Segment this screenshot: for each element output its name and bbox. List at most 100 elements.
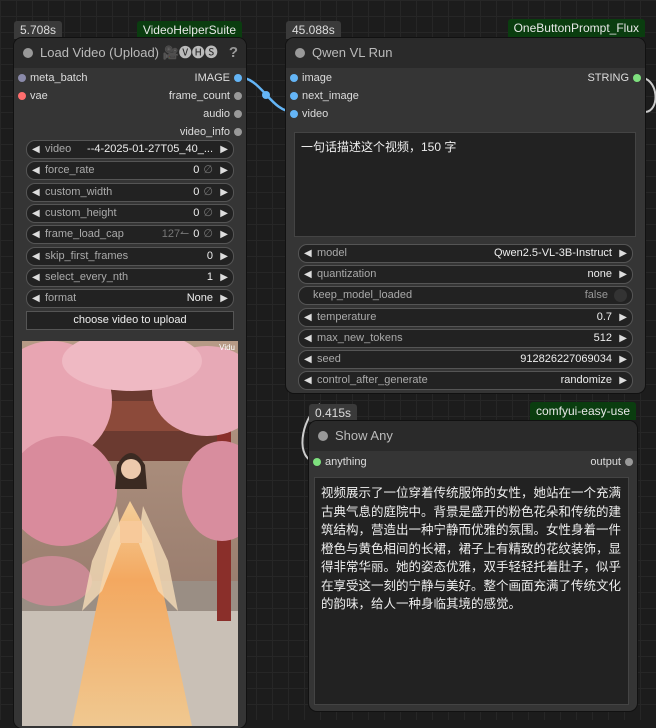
show-any-badge: comfyui-easy-use xyxy=(529,402,636,420)
input-label: video xyxy=(302,108,329,120)
slot-row: image STRING xyxy=(286,69,645,87)
decrement-arrow-icon[interactable]: ◀ xyxy=(304,309,312,326)
widget-label: custom_width xyxy=(45,185,113,198)
increment-arrow-icon[interactable]: ▶ xyxy=(619,372,627,389)
widget-custom-height[interactable]: ◀ custom_height 0 ∅ ▶ xyxy=(26,203,234,223)
widget-video[interactable]: ◀ video --4-2025-01-27T05_40_... ▶ xyxy=(26,140,234,159)
output-text[interactable]: 视频展示了一位穿着传统服饰的女性，她站在一个充满古典气息的庭院中。背景是盛开的粉… xyxy=(314,477,629,705)
input-label: next_image xyxy=(302,90,359,102)
widget-value-text: 0.7 xyxy=(596,310,612,323)
decrement-arrow-icon[interactable]: ◀ xyxy=(32,248,40,265)
widget-keep-model-loaded[interactable]: keep_model_loaded false xyxy=(298,286,633,306)
choose-video-button[interactable]: choose video to upload xyxy=(26,311,234,330)
widget-value: 0.7 xyxy=(597,309,612,326)
show-any-title-bar[interactable]: Show Any xyxy=(309,421,637,451)
widget-format[interactable]: ◀ format None ▶ xyxy=(26,289,234,309)
increment-arrow-icon[interactable]: ▶ xyxy=(220,226,228,243)
decrement-arrow-icon[interactable]: ◀ xyxy=(32,269,40,286)
widget-skip-first-frames[interactable]: ◀ skip_first_frames 0 ▶ xyxy=(26,246,234,266)
increment-arrow-icon[interactable]: ▶ xyxy=(619,245,627,262)
widget-value: 512 xyxy=(594,330,612,347)
output-label: video_info xyxy=(179,126,230,138)
decrement-arrow-icon[interactable]: ◀ xyxy=(304,245,312,262)
widget-quantization[interactable]: ◀ quantization none ▶ xyxy=(298,265,633,285)
widget-value: randomize xyxy=(561,372,612,389)
decrement-arrow-icon[interactable]: ◀ xyxy=(304,372,312,389)
prompt-textarea[interactable]: 一句话描述这个视频，150 字 xyxy=(294,132,636,237)
load-video-timing: 5.708s xyxy=(14,21,63,39)
decrement-arrow-icon[interactable]: ◀ xyxy=(304,330,312,347)
output-socket-icon[interactable] xyxy=(633,74,641,82)
disable-icon[interactable]: ∅ xyxy=(203,186,213,198)
output-label: output xyxy=(590,456,621,468)
widget-label: frame_load_cap xyxy=(45,228,124,241)
toggle-icon[interactable] xyxy=(614,289,627,303)
input-socket-icon[interactable] xyxy=(290,92,298,100)
decrement-arrow-icon[interactable]: ◀ xyxy=(32,162,40,179)
output-socket-icon[interactable] xyxy=(234,74,242,82)
increment-arrow-icon[interactable]: ▶ xyxy=(220,205,228,222)
collapse-dot-icon[interactable] xyxy=(318,431,328,441)
widget-model[interactable]: ◀ model Qwen2.5-VL-3B-Instruct ▶ xyxy=(298,244,633,263)
qwen-node[interactable]: Qwen VL Run image STRING next_imagevideo 一… xyxy=(286,38,645,393)
qwen-timing: 45.088s xyxy=(286,21,341,39)
decrement-arrow-icon[interactable]: ◀ xyxy=(32,141,40,158)
widget-value-text: --4-2025-01-27T05_40_... xyxy=(87,143,213,155)
collapse-dot-icon[interactable] xyxy=(295,48,305,58)
decrement-arrow-icon[interactable]: ◀ xyxy=(32,205,40,222)
increment-arrow-icon[interactable]: ▶ xyxy=(220,162,228,179)
widget-label: temperature xyxy=(317,310,377,323)
decrement-arrow-icon[interactable]: ◀ xyxy=(32,226,40,243)
increment-arrow-icon[interactable]: ▶ xyxy=(619,330,627,347)
widget-value: 0 ∅ xyxy=(193,205,213,222)
widget-seed[interactable]: ◀ seed 912826227069034 ▶ xyxy=(298,350,633,369)
output-socket-icon[interactable] xyxy=(234,110,242,118)
widget-value-text: None xyxy=(186,292,213,305)
increment-arrow-icon[interactable]: ▶ xyxy=(220,248,228,265)
load-video-title-bar[interactable]: Load Video (Upload) 🎥🅥🅗🅢 ? xyxy=(14,38,246,68)
increment-arrow-icon[interactable]: ▶ xyxy=(220,269,228,286)
output-socket-icon[interactable] xyxy=(625,458,633,466)
widget-max-new-tokens[interactable]: ◀ max_new_tokens 512 ▶ xyxy=(298,328,633,348)
help-icon[interactable]: ? xyxy=(229,38,238,68)
collapse-dot-icon[interactable] xyxy=(23,48,33,58)
disable-icon[interactable]: ∅ xyxy=(203,228,213,240)
widget-value: none xyxy=(588,266,612,283)
input-socket-icon[interactable] xyxy=(290,74,298,82)
widget-value: 0 xyxy=(207,248,213,265)
input-socket-icon[interactable] xyxy=(18,92,26,100)
qwen-title-bar[interactable]: Qwen VL Run xyxy=(286,38,645,68)
widget-value: --4-2025-01-27T05_40_... xyxy=(87,141,213,158)
widget-temperature[interactable]: ◀ temperature 0.7 ▶ xyxy=(298,307,633,327)
widget-force-rate[interactable]: ◀ force_rate 0 ∅ ▶ xyxy=(26,161,234,181)
input-socket-icon[interactable] xyxy=(290,110,298,118)
load-video-node[interactable]: Load Video (Upload) 🎥🅥🅗🅢 ? meta_batch IMA… xyxy=(14,38,246,728)
increment-arrow-icon[interactable]: ▶ xyxy=(220,184,228,201)
widget-custom-width[interactable]: ◀ custom_width 0 ∅ ▶ xyxy=(26,182,234,202)
input-label: vae xyxy=(30,90,48,102)
decrement-arrow-icon[interactable]: ◀ xyxy=(304,351,312,368)
widget-label: format xyxy=(45,292,77,305)
widget-value-text: Qwen2.5-VL-3B-Instruct xyxy=(494,247,612,259)
widget-control-after-generate[interactable]: ◀ control_after_generate randomize ▶ xyxy=(298,371,633,391)
output-socket-icon[interactable] xyxy=(234,128,242,136)
input-socket-icon[interactable] xyxy=(18,74,26,82)
output-socket-icon[interactable] xyxy=(234,92,242,100)
input-socket-icon[interactable] xyxy=(313,458,321,466)
decrement-arrow-icon[interactable]: ◀ xyxy=(32,290,40,307)
disable-icon[interactable]: ∅ xyxy=(203,207,213,219)
widget-label: seed xyxy=(317,353,341,365)
widget-select-every-nth[interactable]: ◀ select_every_nth 1 ▶ xyxy=(26,267,234,287)
widget-frame-load-cap[interactable]: ◀ frame_load_cap 127↼ 0 ∅ ▶ xyxy=(26,225,234,245)
increment-arrow-icon[interactable]: ▶ xyxy=(619,351,627,368)
show-any-node[interactable]: Show Any anything output 视频展示了一位穿着传统服饰的女性… xyxy=(309,421,637,711)
increment-arrow-icon[interactable]: ▶ xyxy=(220,141,228,158)
decrement-arrow-icon[interactable]: ◀ xyxy=(304,266,312,283)
show-any-timing: 0.415s xyxy=(309,404,358,422)
decrement-arrow-icon[interactable]: ◀ xyxy=(32,184,40,201)
increment-arrow-icon[interactable]: ▶ xyxy=(220,290,228,307)
widget-label: skip_first_frames xyxy=(45,249,129,262)
increment-arrow-icon[interactable]: ▶ xyxy=(619,266,627,283)
disable-icon[interactable]: ∅ xyxy=(203,164,213,176)
increment-arrow-icon[interactable]: ▶ xyxy=(619,309,627,326)
